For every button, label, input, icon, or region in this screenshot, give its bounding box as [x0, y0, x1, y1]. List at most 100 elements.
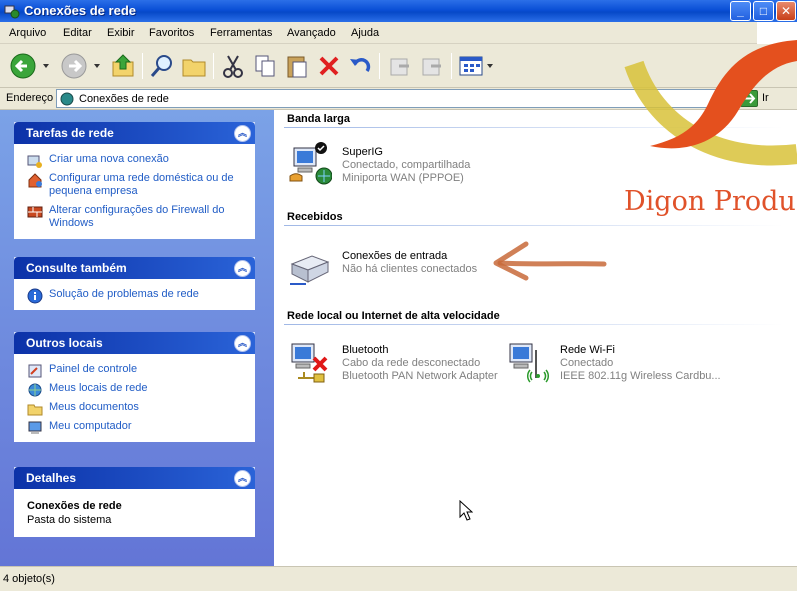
link-my-network-places[interactable]: Meus locais de rede [27, 382, 248, 397]
connection-wifi[interactable]: Rede Wi-Fi Conectado IEEE 802.11g Wirele… [506, 340, 766, 386]
see-also-box: Consulte também ︽ Solução de problemas d… [14, 257, 255, 310]
other-places-title: Outros locais [26, 336, 103, 350]
link-my-documents[interactable]: Meus documentos [27, 401, 248, 416]
link-label: Painel de controle [49, 363, 138, 375]
collapse-chevron-icon[interactable]: ︽ [234, 470, 251, 487]
menu-arquivo[interactable]: Arquivo [9, 27, 46, 39]
details-header[interactable]: Detalhes ︽ [14, 467, 255, 489]
status-text: 4 objeto(s) [3, 573, 55, 585]
copy-to-icon[interactable] [417, 51, 447, 81]
collapse-chevron-icon[interactable]: ︽ [234, 125, 251, 142]
undo-icon[interactable] [345, 51, 375, 81]
maximize-button[interactable]: □ [753, 1, 774, 21]
other-places-header[interactable]: Outros locais ︽ [14, 332, 255, 354]
connection-incoming[interactable]: Conexões de entrada Não há clientes cone… [288, 246, 508, 292]
connection-status: Conectado, compartilhada [342, 159, 471, 171]
connection-device: Bluetooth PAN Network Adapter [342, 370, 498, 382]
lan-disconnected-icon [291, 343, 328, 383]
window-title: Conexões de rede [24, 3, 136, 18]
firewall-icon [27, 206, 43, 218]
link-my-computer[interactable]: Meu computador [27, 420, 248, 434]
move-to-icon[interactable] [385, 51, 415, 81]
details-title: Detalhes [26, 471, 77, 485]
connection-status: Conectado [560, 357, 614, 369]
folders-icon[interactable] [179, 51, 209, 81]
menu-favoritos[interactable]: Favoritos [149, 27, 194, 39]
title-bar: Conexões de rede _ □ ✕ [0, 0, 797, 22]
watermark-logo-icon [624, 40, 797, 166]
connection-status: Não há clientes conectados [342, 263, 478, 275]
control-panel-icon [28, 364, 42, 378]
network-tasks-header[interactable]: Tarefas de rede ︽ [14, 122, 255, 144]
menu-ferramentas[interactable]: Ferramentas [210, 27, 272, 39]
incoming-connection-icon [290, 255, 330, 285]
delete-icon[interactable] [314, 51, 344, 81]
connection-name: Bluetooth [342, 344, 389, 356]
group-header-lan: Rede local ou Internet de alta velocidad… [287, 310, 500, 322]
address-label: Endereço [6, 92, 54, 104]
connection-name: Rede Wi-Fi [560, 344, 616, 356]
connection-device: IEEE 802.11g Wireless Cardbu... [560, 370, 721, 382]
network-tasks-box: Tarefas de rede ︽ Criar uma nova conexão… [14, 122, 255, 239]
task-label: Criar uma nova conexão [49, 153, 169, 165]
task-label: Alterar configurações do Firewall do Win… [49, 204, 225, 229]
task-label: Configurar uma rede doméstica ou de pequ… [49, 172, 234, 197]
wireless-connection-icon [509, 343, 550, 383]
menu-ajuda[interactable]: Ajuda [351, 27, 379, 39]
search-icon[interactable] [147, 51, 177, 81]
folder-icon [27, 404, 43, 416]
connection-name: SuperIG [342, 146, 383, 158]
forward-dropdown-icon[interactable] [94, 64, 100, 68]
minimize-button[interactable]: _ [730, 1, 751, 21]
link-label: Meus documentos [49, 401, 139, 413]
link-network-troubleshooting[interactable]: Solução de problemas de rede [27, 288, 248, 304]
group-header-incoming: Recebidos [287, 211, 343, 223]
close-button[interactable]: ✕ [776, 1, 796, 21]
connection-superig[interactable]: SuperIG Conectado, compartilhada Minipor… [288, 142, 508, 188]
views-dropdown-icon[interactable] [487, 64, 493, 68]
forward-icon[interactable] [59, 51, 89, 81]
network-connections-icon [60, 92, 74, 106]
up-folder-icon[interactable] [108, 51, 138, 81]
details-box: Detalhes ︽ Conexões de rede Pasta do sis… [14, 467, 255, 537]
back-icon[interactable] [8, 51, 38, 81]
menu-exibir[interactable]: Exibir [107, 27, 135, 39]
computer-icon [28, 421, 42, 434]
collapse-chevron-icon[interactable]: ︽ [234, 260, 251, 277]
network-tasks-title: Tarefas de rede [26, 126, 114, 140]
link-control-panel[interactable]: Painel de controle [27, 363, 248, 378]
paste-icon[interactable] [282, 51, 312, 81]
new-connection-icon [27, 155, 42, 168]
task-firewall-settings[interactable]: Alterar configurações do Firewall do Win… [27, 204, 248, 230]
info-icon [27, 288, 43, 304]
views-icon[interactable] [456, 51, 486, 81]
task-create-connection[interactable]: Criar uma nova conexão [27, 153, 248, 168]
network-connections-icon [4, 5, 20, 19]
menu-avancado[interactable]: Avançado [287, 27, 336, 39]
connection-name: Conexões de entrada [342, 250, 448, 262]
broadband-connection-icon [289, 142, 332, 185]
back-dropdown-icon[interactable] [43, 64, 49, 68]
connection-status: Cabo da rede desconectado [342, 357, 481, 369]
collapse-chevron-icon[interactable]: ︽ [234, 335, 251, 352]
link-label: Meus locais de rede [49, 382, 148, 394]
task-pane: Tarefas de rede ︽ Criar uma nova conexão… [0, 110, 274, 566]
mouse-cursor-icon [459, 500, 473, 521]
annotation-arrow-icon [493, 241, 607, 281]
copy-icon[interactable] [250, 51, 280, 81]
connection-bluetooth[interactable]: Bluetooth Cabo da rede desconectado Blue… [288, 340, 508, 386]
see-also-header[interactable]: Consulte também ︽ [14, 257, 255, 279]
cut-icon[interactable] [218, 51, 248, 81]
link-label: Meu computador [49, 420, 132, 432]
other-places-box: Outros locais ︽ Painel de controle Meus … [14, 332, 255, 442]
link-label: Solução de problemas de rede [49, 288, 199, 300]
group-header-broadband: Banda larga [287, 113, 350, 125]
task-setup-home-network[interactable]: Configurar uma rede doméstica ou de pequ… [27, 172, 248, 198]
details-name: Conexões de rede [27, 500, 122, 512]
menu-editar[interactable]: Editar [63, 27, 92, 39]
status-bar: 4 objeto(s) [0, 566, 797, 591]
details-type: Pasta do sistema [27, 514, 112, 526]
watermark-text: Digon Produ [624, 186, 796, 217]
see-also-title: Consulte também [26, 261, 127, 275]
network-places-icon [28, 383, 42, 397]
